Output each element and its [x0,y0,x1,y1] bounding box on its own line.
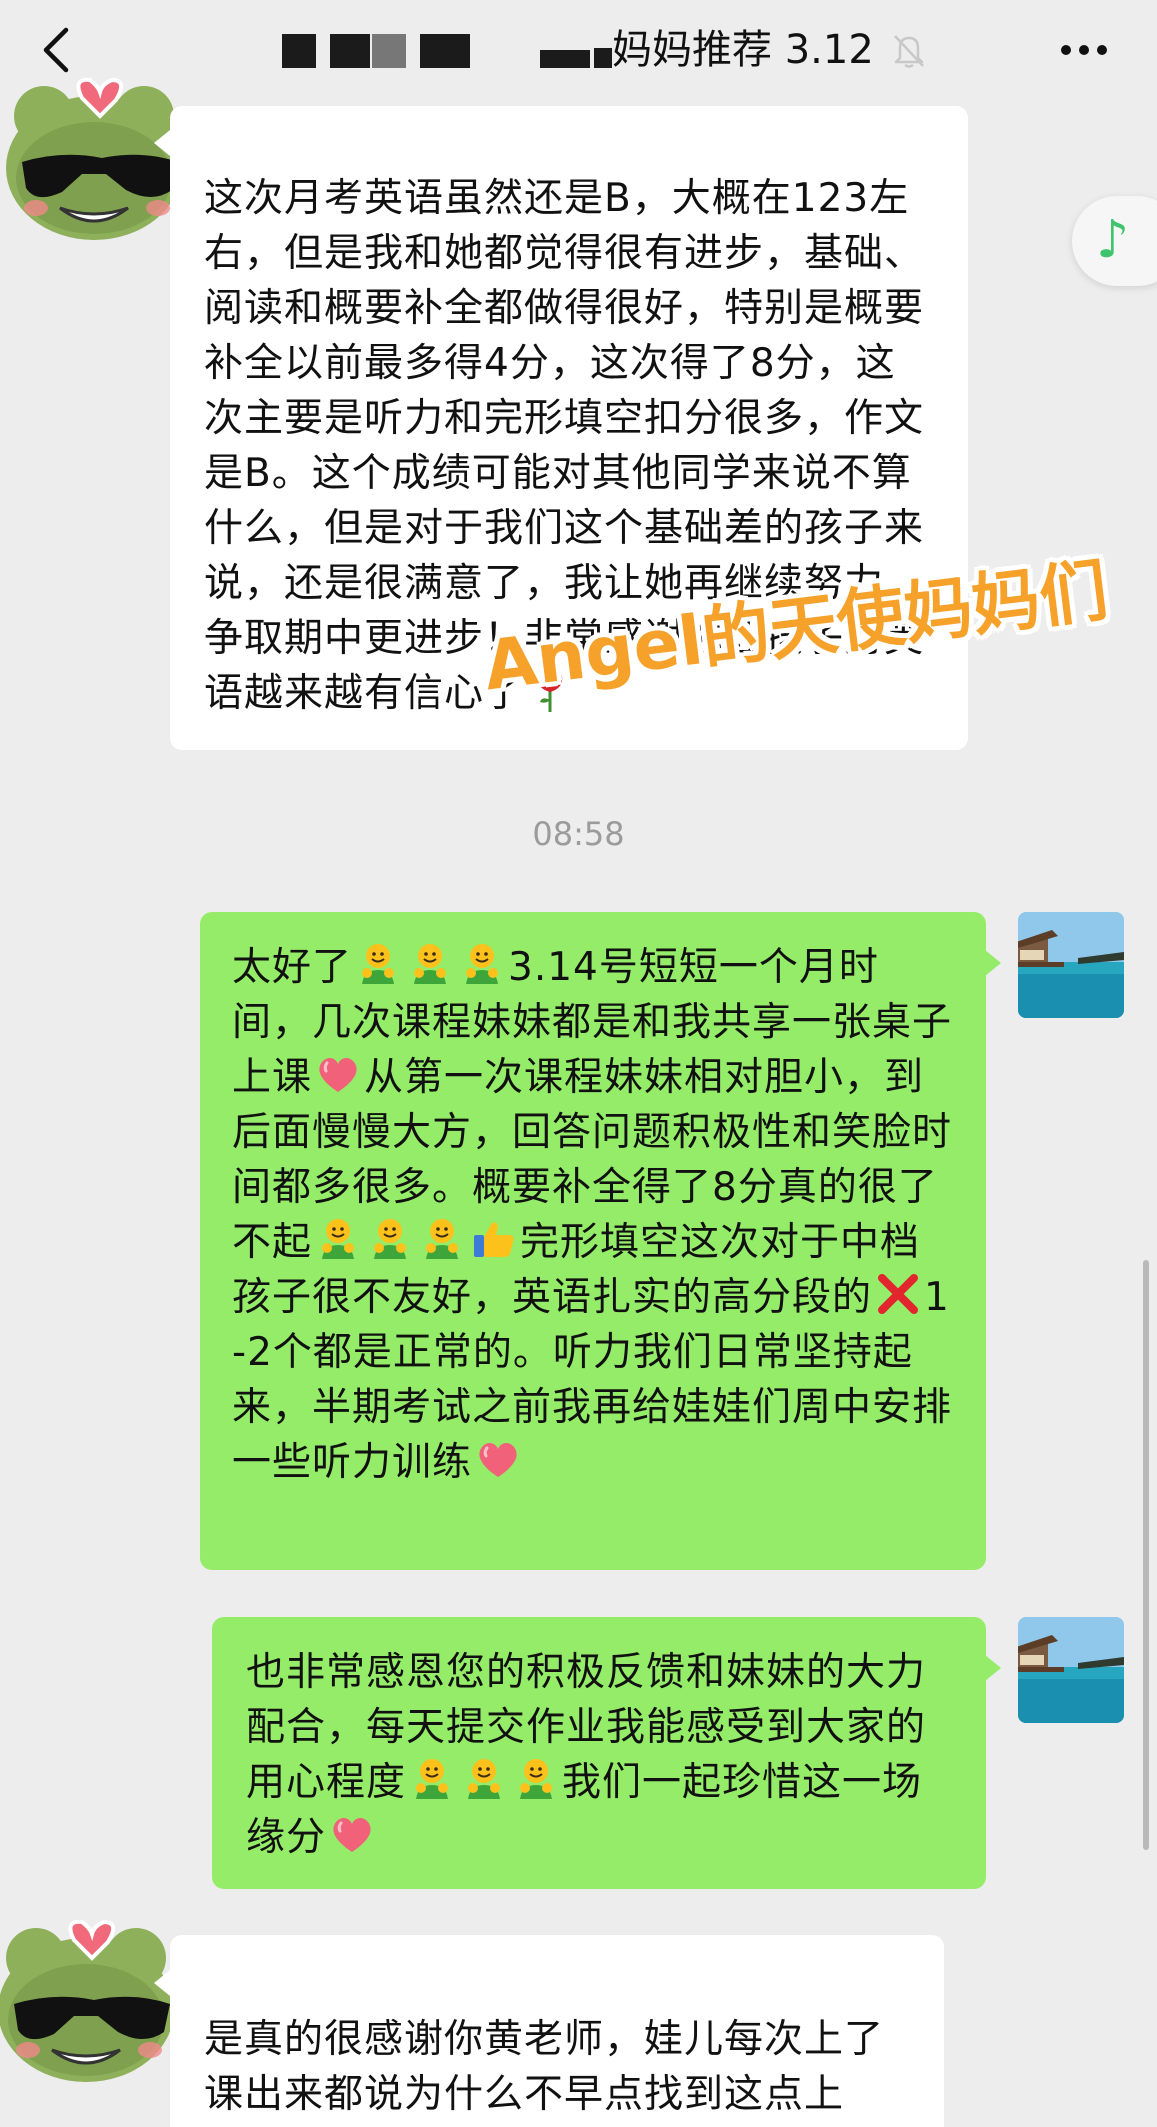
message-text-part: 太好了 [232,945,353,990]
outgoing-message-1[interactable]: 太好了 3.14号短短一个月时间，几次课程妹妹都是和我共享一张桌子上课 从第一次课程… [200,912,986,1570]
rose-emoji-icon [526,666,574,714]
outgoing-message-2[interactable]: 也非常感恩您的积极反馈和妹妹的大力配合，每天提交作业我能感受到大家的用心程度 我们… [212,1617,986,1889]
incoming-message-2[interactable]: 是真的很感谢你黄老师，娃儿每次上了课出来都说为什么不早点找到这点上课，要不然英语… [170,1935,944,2127]
heart-emoji-icon [314,1050,362,1098]
hug-emoji-icon [458,940,506,988]
bell-off-icon [894,35,924,68]
bubble-tail [985,950,1001,976]
hug-emoji-icon [408,1755,456,1803]
hug-emoji-icon [406,940,454,988]
music-player-button[interactable]: ♪ [1072,196,1157,286]
music-note-icon: ♪ [1096,210,1130,270]
hug-emoji-icon [314,1215,362,1263]
message-timestamp: 08:58 [532,815,625,853]
heart-emoji-icon [474,1435,522,1483]
hug-emoji-icon [418,1215,466,1263]
chat-title[interactable]: 妈妈推荐 3.12 [612,22,874,78]
bubble-tail [154,130,170,156]
scrollbar-thumb[interactable] [1143,1260,1149,1850]
resort-photo-icon [1018,912,1124,1018]
hug-emoji-icon [354,940,402,988]
ellipsis-icon[interactable] [1056,28,1112,72]
bubble-tail [154,1970,170,1996]
bubble-tail [985,1655,1001,1681]
resort-photo-icon [1018,1617,1124,1723]
heart-emoji-icon [328,1810,376,1858]
hug-emoji-icon [460,1755,508,1803]
message-text: 这次月考英语虽然还是B，大概在123左右，但是我和她都觉得很有进步，基础、阅读和… [204,176,925,716]
hug-emoji-icon [512,1755,560,1803]
message-text: 是真的很感谢你黄老师，娃儿每次上了课出来都说为什么不早点找到这点上课，要不然英语… [204,2017,885,2117]
my-avatar[interactable] [1018,1617,1124,1723]
hug-emoji-icon [366,1215,414,1263]
incoming-message-1[interactable]: 这次月考英语虽然还是B，大概在123左右，但是我和她都觉得很有进步，基础、阅读和… [170,106,968,750]
thumbs-up-emoji-icon [470,1215,518,1263]
cross-mark-emoji-icon [874,1270,922,1318]
my-avatar[interactable] [1018,912,1124,1018]
